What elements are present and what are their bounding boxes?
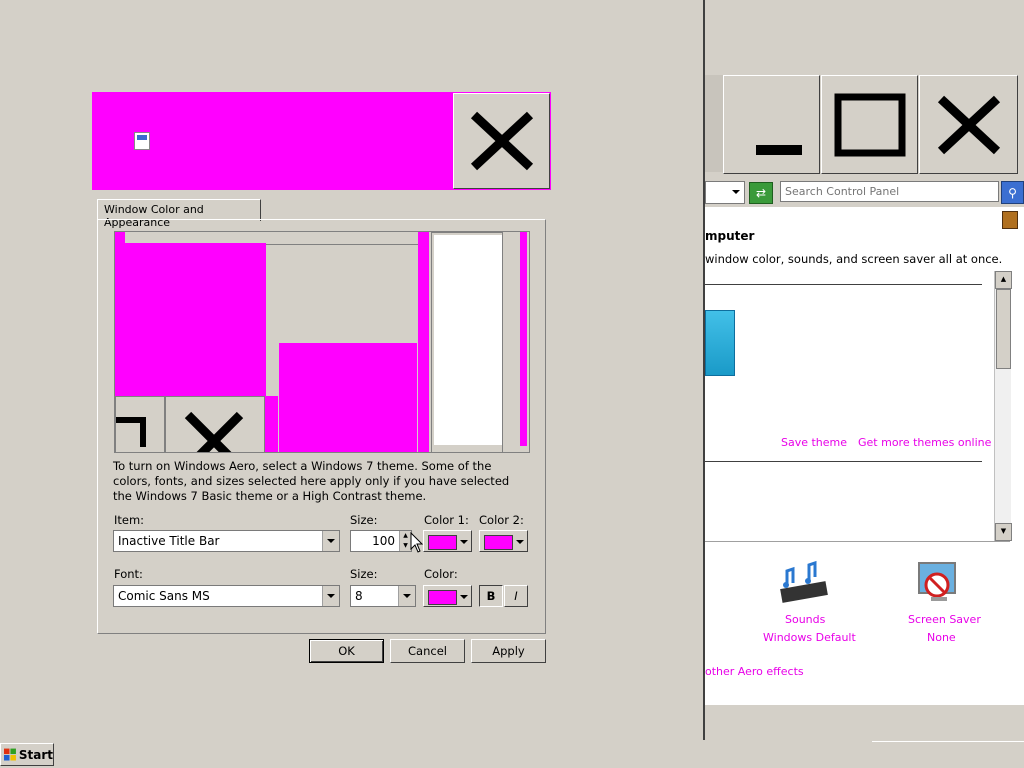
item-size-value: 100 xyxy=(372,534,395,548)
ok-button[interactable]: OK xyxy=(309,639,384,663)
titlebar-fragment xyxy=(705,75,723,172)
save-theme-link[interactable]: Save theme xyxy=(781,436,847,449)
item-size-label: Size: xyxy=(350,513,378,527)
preview-accent xyxy=(520,232,527,446)
font-select[interactable]: Comic Sans MS xyxy=(113,585,340,607)
dialog-close-button[interactable] xyxy=(453,93,550,189)
cancel-button[interactable]: Cancel xyxy=(390,639,465,663)
maximize-icon xyxy=(834,93,905,156)
color2-picker[interactable] xyxy=(479,530,528,552)
close-icon xyxy=(470,111,533,171)
page-description: window color, sounds, and screen saver a… xyxy=(705,252,1003,266)
preview-close-button xyxy=(165,396,265,452)
appearance-preview xyxy=(114,231,530,453)
item-select-value: Inactive Title Bar xyxy=(118,534,220,548)
preview-message-box xyxy=(431,232,503,452)
scroll-up-icon[interactable]: ▲ xyxy=(995,271,1012,289)
font-size-select[interactable]: 8 xyxy=(350,585,416,607)
sounds-value[interactable]: Windows Default xyxy=(763,631,856,644)
divider xyxy=(872,741,1024,742)
font-color-label: Color: xyxy=(424,567,458,581)
color1-picker[interactable] xyxy=(423,530,472,552)
item-select[interactable]: Inactive Title Bar xyxy=(113,530,340,552)
chevron-down-icon[interactable] xyxy=(322,586,339,606)
mouse-cursor-icon xyxy=(410,531,424,554)
screen-saver-value[interactable]: None xyxy=(927,631,956,644)
bold-toggle[interactable]: B xyxy=(479,585,503,607)
close-icon xyxy=(937,95,1000,154)
apply-button[interactable]: Apply xyxy=(471,639,546,663)
address-field[interactable] xyxy=(705,181,745,204)
preview-inactive-window xyxy=(115,243,266,396)
item-size-input[interactable]: 100 ▲ ▼ xyxy=(350,530,412,552)
address-dropdown-icon[interactable] xyxy=(728,182,744,201)
item-label: Item: xyxy=(114,513,145,527)
color1-label: Color 1: xyxy=(424,513,469,527)
start-label: Start xyxy=(18,747,53,762)
font-size-label: Size: xyxy=(350,567,378,581)
search-icon[interactable]: ⚲ xyxy=(1001,181,1024,204)
preview-button xyxy=(115,396,165,452)
tab-window-color-and-appearance[interactable]: Window Color and Appearance xyxy=(97,199,261,229)
screen-saver-link[interactable]: Screen Saver xyxy=(908,613,981,626)
control-panel-content: mputer window color, sounds, and screen … xyxy=(705,207,1024,705)
search-input[interactable] xyxy=(780,181,999,202)
windows-logo-icon xyxy=(4,748,16,761)
scroll-thumb[interactable] xyxy=(996,289,1011,369)
preview-accent xyxy=(265,396,278,452)
theme-thumbnail[interactable] xyxy=(705,310,735,376)
font-size-value: 8 xyxy=(355,589,363,603)
preview-active-window xyxy=(279,343,417,452)
chevron-down-icon[interactable] xyxy=(398,586,415,606)
scrollbar[interactable]: ▲ ▼ xyxy=(994,271,1012,541)
sounds-icon[interactable] xyxy=(779,559,829,609)
minimize-button[interactable] xyxy=(723,75,820,174)
page-heading: mputer xyxy=(705,229,755,243)
divider xyxy=(705,461,982,462)
screen-saver-icon[interactable] xyxy=(915,559,963,607)
scroll-down-icon[interactable]: ▼ xyxy=(995,523,1012,541)
maximize-button[interactable] xyxy=(821,75,918,174)
aero-effects-link[interactable]: other Aero effects xyxy=(705,665,804,678)
dialog-title-bar xyxy=(91,91,552,191)
close-button[interactable] xyxy=(919,75,1018,174)
color2-label: Color 2: xyxy=(479,513,524,527)
divider xyxy=(705,284,982,285)
minimize-icon xyxy=(755,144,802,155)
app-icon xyxy=(134,132,150,150)
help-icon[interactable] xyxy=(1002,211,1018,229)
refresh-icon[interactable]: ⇄ xyxy=(749,182,773,204)
font-label: Font: xyxy=(114,567,143,581)
preview-accent xyxy=(418,232,429,452)
themes-list: Save theme Get more themes online ▲ ▼ xyxy=(705,271,1012,542)
aero-info-text: To turn on Windows Aero, select a Window… xyxy=(113,459,510,503)
chevron-down-icon[interactable] xyxy=(322,531,339,551)
control-panel-window: ⇄ ⚲ mputer window color, sounds, and scr… xyxy=(703,0,1024,740)
font-color-picker[interactable] xyxy=(423,585,472,607)
get-more-themes-link[interactable]: Get more themes online xyxy=(858,436,991,449)
font-select-value: Comic Sans MS xyxy=(118,589,210,603)
sounds-link[interactable]: Sounds xyxy=(785,613,825,626)
address-bar: ⇄ ⚲ xyxy=(705,181,1024,204)
start-button[interactable]: Start xyxy=(0,743,54,766)
italic-toggle[interactable]: I xyxy=(504,585,528,607)
